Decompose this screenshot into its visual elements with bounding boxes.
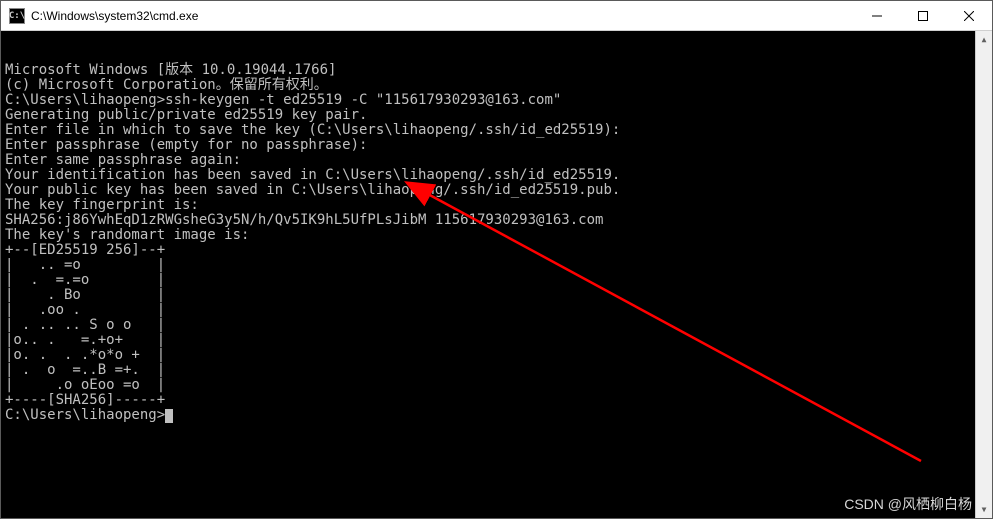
terminal-line: C:\Users\lihaopeng>ssh-keygen -t ed25519… (5, 93, 988, 108)
terminal-line: Enter file in which to save the key (C:\… (5, 123, 988, 138)
maximize-button[interactable] (900, 1, 946, 30)
cmd-window: C:\ C:\Windows\system32\cmd.exe Microsof… (0, 0, 993, 519)
terminal-line: +--[ED25519 256]--+ (5, 243, 988, 258)
terminal-content: Microsoft Windows [版本 10.0.19044.1766](c… (5, 63, 988, 423)
window-title: C:\Windows\system32\cmd.exe (31, 9, 198, 23)
terminal-line: Your identification has been saved in C:… (5, 168, 988, 183)
terminal-line: SHA256:j86YwhEqD1zRWGsheG3y5N/h/Qv5IK9hL… (5, 213, 988, 228)
scroll-up-arrow[interactable]: ▲ (976, 31, 992, 48)
minimize-button[interactable] (854, 1, 900, 30)
terminal-line: Microsoft Windows [版本 10.0.19044.1766] (5, 63, 988, 78)
terminal-line: (c) Microsoft Corporation。保留所有权利。 (5, 78, 988, 93)
scroll-track[interactable] (976, 48, 992, 501)
terminal-line: +----[SHA256]-----+ (5, 393, 988, 408)
terminal-line: | .. =o | (5, 258, 988, 273)
terminal-line: Your public key has been saved in C:\Use… (5, 183, 988, 198)
titlebar-left: C:\ C:\Windows\system32\cmd.exe (1, 8, 198, 24)
cmd-icon: C:\ (9, 8, 25, 24)
terminal-line: Generating public/private ed25519 key pa… (5, 108, 988, 123)
terminal-line: | . .. .. S o o | (5, 318, 988, 333)
terminal-line: | .oo . | (5, 303, 988, 318)
close-button[interactable] (946, 1, 992, 30)
terminal-line: |o.. . =.+o+ | (5, 333, 988, 348)
scrollbar[interactable]: ▲ ▼ (975, 31, 992, 518)
terminal-line: |o. . . .*o*o + | (5, 348, 988, 363)
terminal-line: | .o oEoo =o | (5, 378, 988, 393)
titlebar[interactable]: C:\ C:\Windows\system32\cmd.exe (1, 1, 992, 31)
terminal-cursor (165, 409, 173, 423)
terminal-line: The key fingerprint is: (5, 198, 988, 213)
terminal-line: | . Bo | (5, 288, 988, 303)
terminal-output[interactable]: Microsoft Windows [版本 10.0.19044.1766](c… (1, 31, 992, 518)
terminal-prompt: C:\Users\lihaopeng> (5, 408, 988, 423)
terminal-line: | . o =..B =+. | (5, 363, 988, 378)
terminal-line: | . =.=o | (5, 273, 988, 288)
terminal-line: Enter passphrase (empty for no passphras… (5, 138, 988, 153)
window-controls (854, 1, 992, 30)
scroll-down-arrow[interactable]: ▼ (976, 501, 992, 518)
watermark-text: CSDN @风栖柳白杨 (844, 497, 972, 512)
terminal-line: The key's randomart image is: (5, 228, 988, 243)
terminal-line: Enter same passphrase again: (5, 153, 988, 168)
